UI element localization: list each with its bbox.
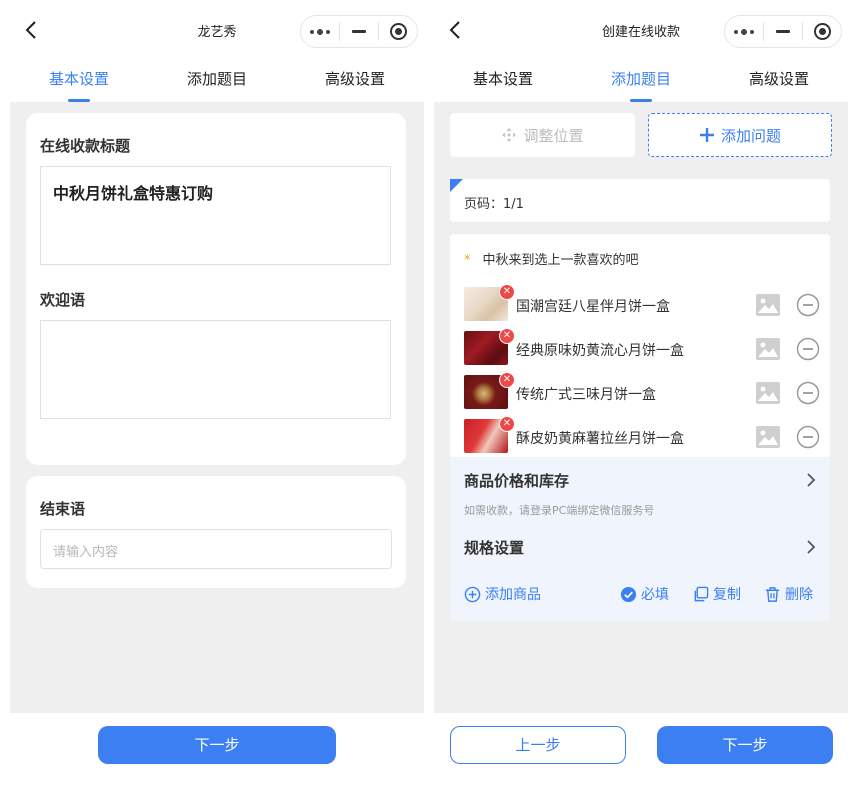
adjust-position-label: 调整位置 — [523, 126, 584, 145]
image-icon[interactable] — [756, 382, 780, 404]
add-question-label: 添加问题 — [720, 126, 781, 145]
option-label: 国潮宫廷八星伴月饼一盒 — [516, 299, 670, 315]
option-item: ✕ 国潮宫廷八星伴月饼一盒 — [464, 284, 820, 321]
more-button[interactable] — [301, 16, 339, 47]
option-label: 酥皮奶黄麻薯拉丝月饼一盒 — [516, 431, 684, 447]
payment-hint: 如需收款，请登录PC端绑定微信服务号 — [464, 504, 655, 517]
required-toggle[interactable]: 必填 — [620, 584, 669, 604]
closing-input[interactable]: 请输入内容 — [40, 529, 392, 569]
welcome-label: 欢迎语 — [40, 291, 86, 309]
title-label: 在线收款标题 — [40, 137, 131, 155]
required-label: 必填 — [641, 587, 669, 603]
remove-circle-icon[interactable] — [796, 337, 820, 361]
delete-label: 删除 — [785, 587, 813, 603]
minimize-icon — [776, 30, 790, 33]
more-button[interactable] — [725, 16, 763, 47]
close-button[interactable] — [803, 16, 841, 47]
record-icon — [813, 23, 831, 40]
option-item: ✕ 经典原味奶黄流心月饼一盒 — [464, 328, 820, 365]
plus-icon — [699, 128, 714, 142]
required-star: * — [464, 253, 471, 268]
add-product-button[interactable]: 添加商品 — [464, 584, 541, 604]
basic-form-card: 在线收款标题 中秋月饼礼盒特惠订购 欢迎语 — [26, 113, 406, 465]
delete-thumbnail-icon[interactable]: ✕ — [499, 328, 515, 344]
delete-button[interactable]: 删除 — [764, 584, 813, 604]
content-area: 在线收款标题 中秋月饼礼盒特惠订购 欢迎语 结束语 请输入内容 — [10, 102, 424, 713]
prev-button[interactable]: 上一步 — [450, 726, 626, 764]
nav-bar: 龙艺秀 — [10, 0, 424, 60]
page-indicator-card: 页码：1/1 — [450, 179, 830, 222]
tab-add-questions[interactable]: 添加题目 — [572, 60, 710, 102]
question-title: * 中秋来到选上一款喜欢的吧 — [464, 249, 639, 268]
check-circle-icon — [620, 586, 637, 602]
right-screen: 创建在线收款 基本设置 添加题目 高级设置 调整位置 添加问题 页码：1/1 *… — [434, 0, 848, 800]
product-settings-section: 商品价格和库存 如需收款，请登录PC端绑定微信服务号 规格设置 添加商品 必填 … — [450, 457, 830, 621]
delete-thumbnail-icon[interactable]: ✕ — [499, 416, 515, 432]
adjust-position-button: 调整位置 — [450, 113, 635, 157]
option-label: 传统广式三味月饼一盒 — [516, 387, 656, 403]
title-textarea[interactable]: 中秋月饼礼盒特惠订购 — [40, 166, 391, 265]
remove-circle-icon[interactable] — [796, 381, 820, 405]
question-card[interactable]: * 中秋来到选上一款喜欢的吧 ✕ 国潮宫廷八星伴月饼一盒 ✕ 经典原味奶黄流心月饼… — [450, 234, 830, 621]
tab-bar: 基本设置 添加题目 高级设置 — [434, 60, 848, 102]
footer: 下一步 — [10, 713, 424, 800]
more-dots-icon — [310, 28, 330, 35]
chevron-right-icon[interactable] — [806, 540, 816, 554]
image-icon[interactable] — [756, 338, 780, 360]
tab-basic-settings[interactable]: 基本设置 — [434, 60, 572, 102]
footer: 上一步 下一步 — [434, 713, 848, 800]
remove-circle-icon[interactable] — [796, 293, 820, 317]
left-screen: 龙艺秀 基本设置 添加题目 高级设置 在线收款标题 中秋月饼礼盒特惠订购 欢迎语… — [10, 0, 424, 800]
closing-label: 结束语 — [40, 500, 86, 518]
price-stock-row[interactable]: 商品价格和库存 — [464, 470, 569, 491]
image-icon[interactable] — [756, 294, 780, 316]
title-value: 中秋月饼礼盒特惠订购 — [53, 184, 214, 203]
tab-advanced-settings[interactable]: 高级设置 — [710, 60, 848, 102]
tab-bar: 基本设置 添加题目 高级设置 — [10, 60, 424, 102]
corner-marker — [450, 179, 463, 192]
chevron-right-icon[interactable] — [806, 473, 816, 487]
spec-settings-row[interactable]: 规格设置 — [464, 537, 524, 558]
minimize-button[interactable] — [764, 16, 802, 47]
option-item: ✕ 传统广式三味月饼一盒 — [464, 372, 820, 409]
delete-thumbnail-icon[interactable]: ✕ — [499, 284, 515, 300]
mini-program-capsule — [300, 15, 418, 48]
plus-circle-icon — [464, 586, 481, 602]
copy-icon — [694, 586, 709, 601]
minimize-button[interactable] — [340, 16, 378, 47]
tab-basic-settings[interactable]: 基本设置 — [10, 60, 148, 102]
add-question-button[interactable]: 添加问题 — [648, 113, 832, 157]
trash-icon — [765, 586, 780, 602]
record-icon — [389, 23, 407, 40]
minimize-icon — [352, 30, 366, 33]
remove-circle-icon[interactable] — [796, 425, 820, 449]
option-item: ✕ 酥皮奶黄麻薯拉丝月饼一盒 — [464, 416, 820, 453]
tab-advanced-settings[interactable]: 高级设置 — [286, 60, 424, 102]
welcome-textarea[interactable] — [40, 320, 391, 419]
page-number: 页码：1/1 — [464, 197, 524, 212]
copy-label: 复制 — [713, 587, 741, 603]
next-button[interactable]: 下一步 — [98, 726, 336, 764]
delete-thumbnail-icon[interactable]: ✕ — [499, 372, 515, 388]
add-product-label: 添加商品 — [485, 587, 541, 603]
question-title-text: 中秋来到选上一款喜欢的吧 — [482, 253, 639, 268]
move-icon — [502, 128, 517, 142]
more-dots-icon — [734, 28, 754, 35]
image-icon[interactable] — [756, 426, 780, 448]
next-button[interactable]: 下一步 — [657, 726, 833, 764]
option-label: 经典原味奶黄流心月饼一盒 — [516, 343, 684, 359]
tab-add-questions[interactable]: 添加题目 — [148, 60, 286, 102]
mini-program-capsule — [724, 15, 842, 48]
close-button[interactable] — [379, 16, 417, 47]
nav-bar: 创建在线收款 — [434, 0, 848, 60]
closing-card: 结束语 请输入内容 — [26, 476, 406, 588]
copy-button[interactable]: 复制 — [692, 584, 741, 604]
